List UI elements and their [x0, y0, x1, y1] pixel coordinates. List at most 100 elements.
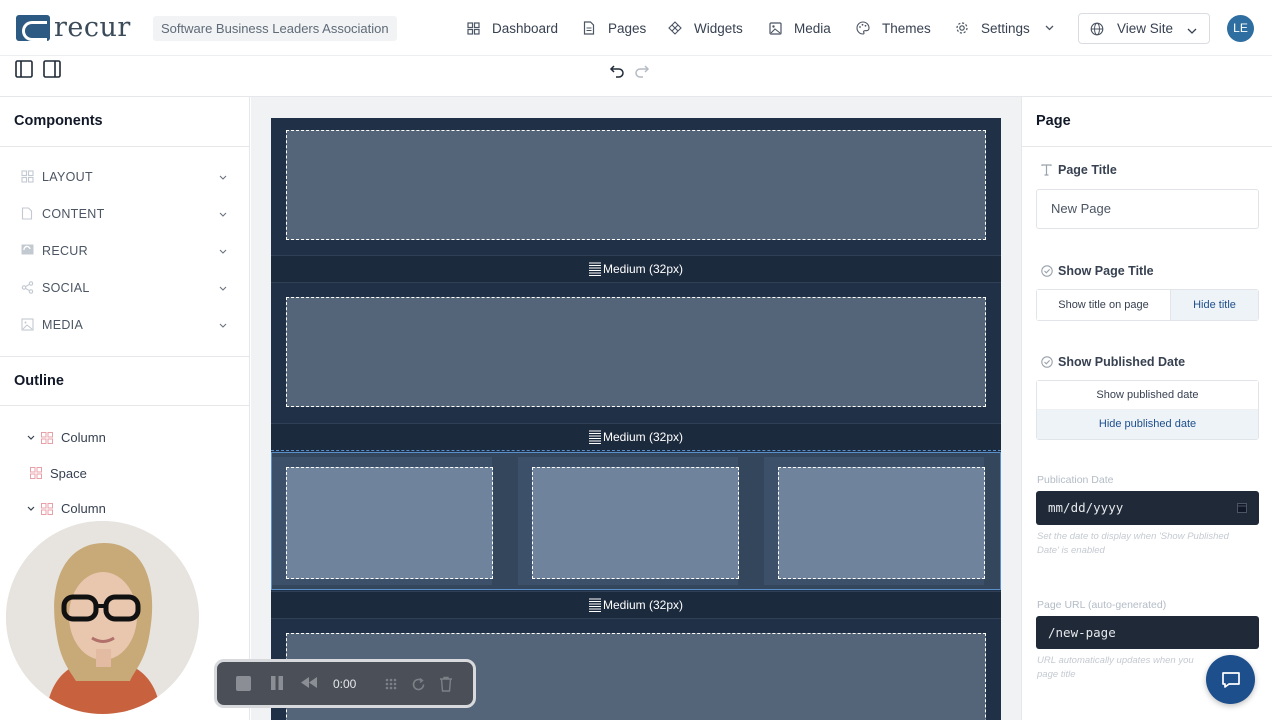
editor-canvas: Medium (32px) Medium (32px) Medium (32px… [251, 97, 1021, 720]
show-title-toggle: Show title on page Hide title [1036, 289, 1259, 321]
chevron-down-icon [1187, 22, 1197, 37]
component-category-recur[interactable]: RECUR [0, 232, 249, 269]
outline-item-column[interactable]: Column [0, 420, 249, 455]
user-avatar[interactable]: LE [1227, 15, 1254, 42]
drop-zone[interactable] [778, 467, 985, 579]
component-category-social[interactable]: SOCIAL [0, 269, 249, 306]
show-title-option[interactable]: Show title on page [1037, 290, 1171, 320]
hide-title-option[interactable]: Hide title [1171, 290, 1258, 320]
publication-date-help: Set the date to display when 'Show Publi… [1037, 531, 1229, 556]
view-site-button[interactable]: View Site [1078, 13, 1210, 44]
editor-toolbar [0, 56, 1272, 97]
space-block[interactable]: Medium (32px) [271, 255, 1001, 283]
share-icon [21, 281, 34, 294]
component-category-label: RECUR [42, 243, 88, 258]
nav-pages[interactable]: Pages [582, 18, 646, 38]
page-title-input[interactable]: New Page [1036, 189, 1259, 229]
outline-item-column[interactable]: Column [0, 491, 249, 526]
drop-zone[interactable] [286, 130, 986, 240]
space-lines-icon [588, 598, 601, 612]
organization-name[interactable]: Software Business Leaders Association [153, 16, 397, 41]
column-block[interactable] [271, 118, 1001, 255]
component-category-media[interactable]: MEDIA [0, 306, 249, 343]
chat-support-button[interactable] [1206, 655, 1255, 704]
caret-down-icon [27, 506, 35, 511]
webcam-overlay[interactable] [6, 521, 199, 714]
trash-icon[interactable] [439, 676, 453, 692]
selected-column-block[interactable] [271, 452, 1001, 590]
restart-icon[interactable] [411, 677, 426, 692]
show-published-date-label-text: Show Published Date [1058, 355, 1186, 369]
document-icon [21, 207, 34, 220]
page-settings-panel: Page Page Title New Page Show Page Title… [1021, 97, 1272, 720]
calendar-icon[interactable] [1237, 502, 1247, 513]
column-cell[interactable] [518, 457, 739, 585]
rewind-icon[interactable] [300, 676, 318, 689]
toggle-right-panel-icon[interactable] [42, 59, 62, 79]
globe-icon [1090, 22, 1104, 36]
component-category-label: MEDIA [42, 317, 84, 332]
page-url-label: Page URL (auto-generated) [1037, 599, 1167, 611]
page-preview: Medium (32px) Medium (32px) Medium (32px… [271, 118, 1001, 720]
page-title-label-text: Page Title [1058, 163, 1117, 177]
recur-logo[interactable]: recur [16, 14, 131, 42]
space-block-label: Medium (32px) [602, 430, 684, 444]
caret-down-icon [27, 435, 35, 440]
view-site-label: View Site [1117, 21, 1174, 36]
image-icon [768, 21, 782, 35]
outline-tree: Column Space Column [0, 406, 249, 526]
components-title: Components [0, 97, 249, 147]
nav-media[interactable]: Media [768, 18, 831, 38]
recur-logo-mark [16, 15, 50, 41]
space-block-label: Medium (32px) [602, 598, 684, 612]
screen-recorder-controls: 0:00 [214, 659, 476, 708]
widgets-icon [668, 21, 682, 35]
component-category-content[interactable]: CONTENT [0, 195, 249, 232]
logo-text: recur [54, 12, 131, 43]
hide-published-date-option[interactable]: Hide published date [1037, 410, 1258, 439]
nav-themes[interactable]: Themes [856, 18, 931, 38]
nav-settings[interactable]: Settings [955, 18, 1054, 38]
column-cell[interactable] [272, 457, 493, 585]
page-url-input[interactable]: /new-page [1036, 616, 1259, 649]
space-block-label: Medium (32px) [602, 262, 684, 276]
toggle-left-panel-icon[interactable] [14, 59, 34, 79]
publication-date-placeholder: mm/dd/yyyy [1048, 500, 1124, 515]
settings-panel-title: Page [1022, 97, 1272, 147]
chevron-down-icon [219, 169, 227, 183]
nav-settings-label: Settings [981, 20, 1030, 36]
stop-recording-icon[interactable] [235, 675, 252, 692]
check-circle-icon [1041, 265, 1053, 277]
check-circle-icon [1041, 356, 1053, 368]
space-block[interactable]: Medium (32px) [271, 591, 1001, 619]
column-cell[interactable] [764, 457, 985, 585]
outline-item-label: Column [61, 501, 106, 516]
undo-icon[interactable] [607, 61, 627, 81]
nav-dashboard[interactable]: Dashboard [466, 18, 558, 38]
components-list: LAYOUT CONTENT RECUR SOCIAL MEDIA [0, 147, 249, 343]
space-block[interactable]: Medium (32px) [271, 423, 1001, 451]
redo-icon[interactable] [632, 61, 652, 81]
nav-widgets[interactable]: Widgets [668, 18, 743, 38]
pause-icon[interactable] [270, 675, 284, 691]
publication-date-input[interactable]: mm/dd/yyyy [1036, 491, 1259, 525]
layout-grid-icon [21, 170, 34, 183]
recur-icon [21, 244, 34, 257]
column-icon [41, 431, 53, 444]
drop-zone[interactable] [532, 467, 739, 579]
outline-item-space[interactable]: Space [0, 455, 249, 491]
presenter-video-icon [6, 521, 199, 714]
outline-item-label: Column [61, 430, 106, 445]
page-url-help-line-2: page title [1037, 669, 1076, 680]
recording-timer: 0:00 [333, 677, 357, 691]
drop-zone[interactable] [286, 297, 986, 407]
drop-zone[interactable] [286, 467, 493, 579]
text-type-icon [1041, 164, 1053, 176]
component-category-layout[interactable]: LAYOUT [0, 158, 249, 195]
show-published-date-option[interactable]: Show published date [1037, 381, 1258, 410]
column-block[interactable] [271, 283, 1001, 423]
chat-icon [1221, 671, 1241, 689]
grid-dots-icon[interactable] [384, 677, 398, 691]
nav-dashboard-label: Dashboard [492, 20, 559, 36]
gear-icon [955, 21, 969, 35]
